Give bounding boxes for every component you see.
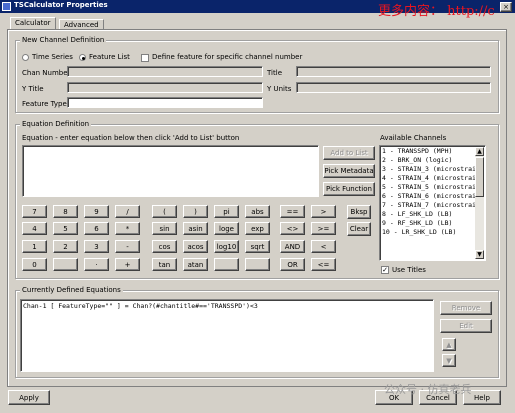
keypad-button[interactable]: 8 (53, 205, 78, 218)
keypad-button[interactable]: 2 (53, 240, 78, 253)
chan-number-field[interactable] (67, 66, 263, 77)
list-item[interactable]: 3 - STRAIN_3 (microstrain) (381, 165, 484, 174)
keypad-button[interactable]: <> (280, 222, 305, 235)
keypad-button[interactable]: 9 (84, 205, 109, 218)
list-item[interactable]: 10 - LR_SHK_LD (LB) (381, 228, 475, 237)
keypad-button[interactable]: 1 (22, 240, 47, 253)
feature-list-radio[interactable] (79, 54, 86, 61)
define-feature-checkbox[interactable] (141, 54, 149, 62)
keypad-button[interactable]: Bksp (347, 205, 371, 219)
title-field[interactable] (296, 66, 491, 77)
list-item[interactable]: 9 - RF_SHK_LD (LB) (381, 219, 475, 228)
channel-list[interactable]: 1 - TRANSSPD (MPH) 2 - BRK_ON (logic) 3 - … (379, 145, 486, 261)
keypad-button[interactable]: · (84, 258, 109, 271)
keypad-button[interactable] (245, 258, 270, 271)
feature-list-label: Feature List (89, 53, 130, 61)
keypad-button[interactable]: / (115, 205, 140, 218)
list-item[interactable]: 6 - STRAIN_6 (microstrain) (381, 192, 484, 201)
y-units-label: Y Units (267, 85, 292, 93)
y-title-label: Y Title (22, 85, 44, 93)
keypad-button[interactable]: acos (183, 240, 208, 253)
define-feature-label: Define feature for specific channel numb… (152, 53, 303, 61)
keypad-button[interactable]: 6 (84, 222, 109, 235)
keypad-button[interactable]: AND (280, 240, 305, 253)
scroll-up-icon[interactable]: ▲ (475, 147, 484, 156)
keypad-button[interactable]: log10 (214, 240, 239, 253)
keypad-button[interactable]: tan (152, 258, 177, 271)
edit-button[interactable]: Edit (440, 319, 492, 333)
time-series-label: Time Series (32, 53, 73, 61)
available-channels-label: Available Channels (380, 134, 447, 142)
keypad-button[interactable]: < (311, 240, 336, 253)
equation-group-label: Equation Definition (20, 120, 92, 128)
use-titles-label: Use Titles (392, 266, 426, 274)
keypad-button[interactable] (53, 258, 78, 271)
keypad-button[interactable]: exp (245, 222, 270, 235)
chan-number-label: Chan Number (22, 69, 71, 77)
list-item[interactable]: 5 - STRAIN_5 (microstrain) (381, 183, 484, 192)
equation-instruction: Equation - enter equation below then cli… (22, 134, 240, 142)
keypad-button[interactable]: abs (245, 205, 270, 218)
keypad-button[interactable]: ( (152, 205, 177, 218)
add-to-list-button[interactable]: Add to List (323, 146, 375, 160)
watermark-top: 更多内容： http://c (378, 4, 495, 19)
tab-calculator[interactable]: Calculator (10, 17, 56, 29)
feature-type-label: Feature Type (22, 100, 67, 108)
tab-advanced[interactable]: Advanced (59, 19, 104, 29)
check-mark-icon: ✓ (382, 266, 388, 274)
keypad-button[interactable]: 3 (84, 240, 109, 253)
y-units-field[interactable] (296, 82, 491, 93)
new-channel-group-label: New Channel Definition (20, 36, 107, 44)
title-label: Title (267, 69, 283, 77)
keypad-button[interactable]: pi (214, 205, 239, 218)
window-title: TSCalculator Properties (14, 1, 108, 9)
keypad-button[interactable]: 4 (22, 222, 47, 235)
keypad-button[interactable]: 5 (53, 222, 78, 235)
pick-function-button[interactable]: Pick Function (323, 182, 375, 196)
list-item[interactable]: 1 - TRANSSPD (MPH) (381, 147, 475, 156)
keypad-button[interactable]: 0 (22, 258, 47, 271)
list-item[interactable]: 2 - BRK_ON (logic) (381, 156, 475, 165)
y-title-field[interactable] (67, 82, 263, 93)
keypad-button[interactable]: >= (311, 222, 336, 235)
watermark-bottom: 公众号 · 仿真老兵 (384, 383, 472, 396)
channel-scrollbar[interactable]: ▲ ▼ (475, 147, 484, 259)
keypad-button[interactable]: > (311, 205, 336, 218)
scroll-thumb[interactable] (475, 157, 484, 197)
keypad-button[interactable]: Clear (347, 222, 371, 236)
keypad-button[interactable]: == (280, 205, 305, 218)
use-titles-checkbox[interactable]: ✓ (381, 266, 389, 274)
close-icon[interactable]: × (500, 2, 512, 12)
defined-equations-list[interactable]: Chan-1 [ FeatureType="" ] = Chan?(#chant… (20, 299, 434, 372)
keypad-button[interactable]: ) (183, 205, 208, 218)
time-series-radio[interactable] (22, 54, 29, 61)
keypad-button[interactable]: atan (183, 258, 208, 271)
keypad-button[interactable]: cos (152, 240, 177, 253)
keypad-button[interactable] (214, 258, 239, 271)
list-item[interactable]: 8 - LF_SHK_LD (LB) (381, 210, 475, 219)
app-icon (2, 2, 11, 11)
list-item[interactable]: 4 - STRAIN_4 (microstrain) (381, 174, 484, 183)
remove-button[interactable]: Remove (440, 301, 492, 315)
feature-type-field[interactable] (67, 97, 263, 108)
keypad-button[interactable]: OR (280, 258, 305, 271)
keypad-button[interactable]: - (115, 240, 140, 253)
keypad-button[interactable]: 7 (22, 205, 47, 218)
keypad-button[interactable]: * (115, 222, 140, 235)
keypad-button[interactable]: + (115, 258, 140, 271)
keypad-button[interactable]: loge (214, 222, 239, 235)
list-item[interactable]: Chan-1 [ FeatureType="" ] = Chan?(#chant… (23, 302, 258, 310)
keypad-button[interactable]: sqrt (245, 240, 270, 253)
defined-equations-group-label: Currently Defined Equations (20, 286, 123, 294)
move-up-icon[interactable]: ▲ (442, 338, 456, 351)
keypad-button[interactable]: <= (311, 258, 336, 271)
scroll-down-icon[interactable]: ▼ (475, 250, 484, 259)
pick-metadata-button[interactable]: Pick Metadata (323, 164, 375, 178)
keypad-button[interactable]: asin (183, 222, 208, 235)
equation-input[interactable] (22, 145, 319, 197)
keypad-button[interactable]: sin (152, 222, 177, 235)
list-item[interactable]: 7 - STRAIN_7 (microstrain) (381, 201, 484, 210)
move-down-icon[interactable]: ▼ (442, 354, 456, 367)
apply-button[interactable]: Apply (8, 390, 50, 405)
